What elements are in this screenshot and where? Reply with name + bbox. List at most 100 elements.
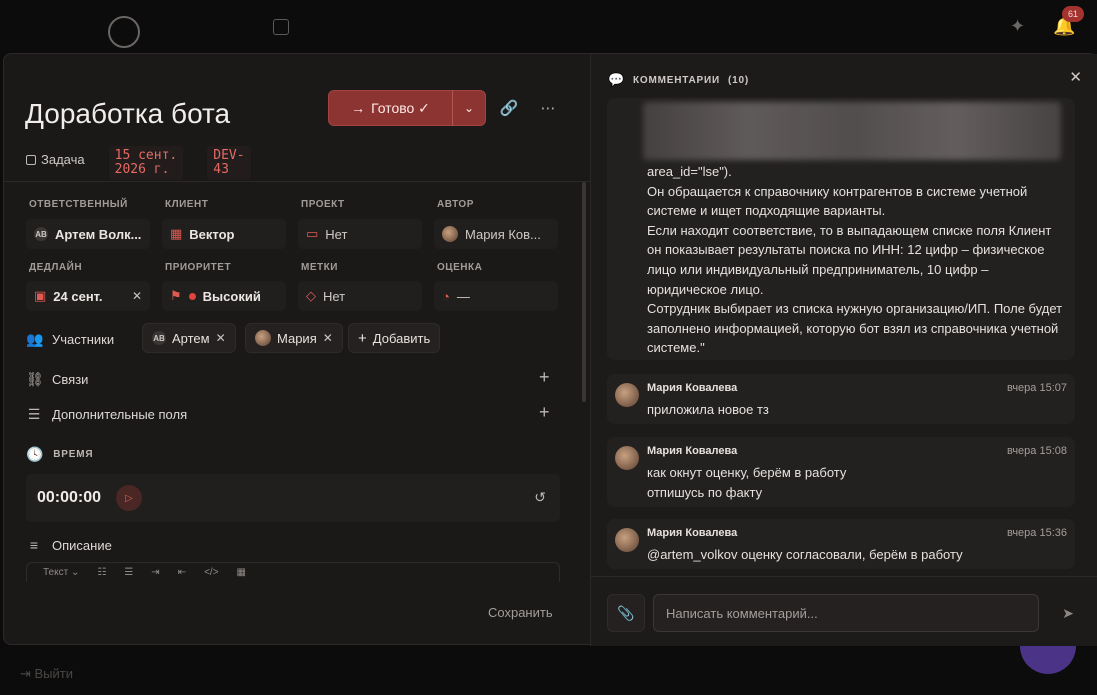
app-logo[interactable]	[108, 16, 140, 48]
participant-chip-artem[interactable]: AB Артем ✕	[142, 323, 236, 353]
sparkle-icon[interactable]: ✦	[1010, 16, 1025, 37]
text-style-dropdown[interactable]: Текст ⌄	[43, 567, 79, 578]
links-label: Связи	[52, 372, 89, 387]
deadline-label: ДЕДЛАЙН	[29, 262, 83, 273]
clear-deadline-icon[interactable]: ✕	[132, 289, 142, 303]
status-button-group: → Готово ✓ ⌄	[328, 90, 486, 126]
created-date: 15 сент. 2026 г.	[108, 146, 184, 180]
comment-line: отпишусь по факту	[647, 485, 763, 500]
comment-long-text: area_id="lse"). Он обращается к справочн…	[647, 162, 1067, 358]
time-section-heading: 🕓 ВРЕМЯ	[26, 446, 93, 463]
client-value: Вектор	[189, 226, 235, 242]
comment-item: Мария Ковалева вчера 15:07 приложила нов…	[607, 374, 1075, 424]
task-modal: Доработка бота → Готово ✓ ⌄ 🔗 ⋯ Задача 1…	[3, 53, 1097, 646]
project-field[interactable]: ▭ Нет	[298, 219, 422, 249]
send-icon[interactable]: ➤	[1049, 594, 1087, 632]
remove-participant-icon[interactable]: ✕	[323, 331, 333, 345]
link-icon[interactable]: 🔗	[495, 94, 523, 122]
timer-value: 00:00:00	[37, 489, 102, 506]
author-value: Мария Ков...	[465, 226, 541, 242]
plus-icon: +	[358, 329, 367, 347]
comment-paragraph: Сотрудник выбирает из списка нужную орга…	[647, 301, 1063, 356]
comments-count: (10)	[727, 74, 749, 86]
created-date-line1: 15 сент.	[114, 148, 178, 163]
exit-label: Выйти	[34, 666, 74, 681]
comment-time: вчера 15:07	[1006, 382, 1067, 394]
history-icon[interactable]: ↺	[534, 489, 546, 506]
notifications-badge: 61	[1062, 6, 1084, 22]
task-meta: Задача 15 сент. 2026 г. DEV- 43	[26, 146, 251, 180]
task-type[interactable]: Задача	[26, 152, 85, 167]
priority-dot	[188, 292, 196, 300]
author-field[interactable]: Мария Ков...	[434, 219, 558, 249]
author-label: АВТОР	[437, 199, 474, 210]
description-label: Описание	[52, 537, 112, 553]
save-button[interactable]: Сохранить	[488, 605, 553, 620]
estimate-field[interactable]: ◔ —	[434, 281, 558, 311]
paperclip-icon[interactable]: 📎	[607, 594, 645, 632]
outdent-icon[interactable]: ⇤	[178, 567, 186, 578]
comments-panel: 💬 КОММЕНТАРИИ (10) ✕ area_id="lse"). Он …	[590, 54, 1097, 646]
comment-paragraph: Он обращается к справочнику контрагентов…	[647, 183, 1028, 219]
code-icon[interactable]: </>	[204, 567, 218, 578]
play-icon[interactable]: ▷	[116, 485, 142, 511]
list-icon: ☰	[27, 406, 41, 422]
links-row[interactable]: ⛓ Связи	[26, 371, 88, 388]
add-link-icon[interactable]: +	[539, 367, 550, 388]
text-style-label: Текст	[43, 567, 69, 578]
description-row: ≡ Описание	[26, 537, 112, 553]
comment-author: Мария Ковалева	[647, 527, 738, 539]
task-details-panel: Доработка бота → Готово ✓ ⌄ 🔗 ⋯ Задача 1…	[4, 54, 590, 646]
assignee-avatar: AB	[34, 227, 48, 241]
indent-icon[interactable]: ⇥	[151, 567, 159, 578]
comment-line: приложила новое тз	[647, 402, 769, 417]
estimate-value: —	[456, 288, 470, 304]
add-participant-label: Добавить	[372, 330, 431, 346]
close-icon[interactable]: ✕	[1069, 68, 1082, 86]
chevron-down-icon[interactable]: ⌄	[453, 101, 485, 115]
gauge-icon: ◔	[442, 288, 450, 304]
numbered-list-icon[interactable]: ☰	[124, 567, 133, 578]
task-title[interactable]: Доработка бота	[25, 98, 230, 130]
sidebar-toggle-icon[interactable]	[273, 19, 289, 35]
tags-label: МЕТКИ	[301, 262, 338, 273]
exit-link[interactable]: ⇥ Выйти	[20, 666, 73, 682]
comment-body: @artem_volkov оценку согласовали, берём …	[647, 545, 963, 565]
comment-author: Мария Ковалева	[647, 445, 738, 457]
assignee-field[interactable]: AB Артем Волк...	[26, 219, 150, 249]
extra-fields-row[interactable]: ☰ Дополнительные поля	[26, 406, 187, 423]
comments-heading: КОММЕНТАРИИ	[633, 74, 720, 86]
priority-label: ПРИОРИТЕТ	[165, 262, 232, 273]
tags-field[interactable]: ◇ Нет	[298, 281, 422, 311]
comment-time: вчера 15:36	[1006, 527, 1067, 539]
app-footer	[0, 645, 1097, 695]
description-editor-toolbar: Текст ⌄ ☷ ☰ ⇥ ⇤ </> ▦	[26, 562, 560, 582]
folder-icon: ▭	[306, 226, 319, 241]
more-icon[interactable]: ⋯	[534, 94, 562, 122]
comment-body: приложила новое тз	[647, 400, 769, 420]
participant-chip-maria[interactable]: Мария ✕	[245, 323, 343, 353]
add-participant-button[interactable]: + Добавить	[348, 323, 441, 353]
comment-author: Мария Ковалева	[647, 382, 738, 394]
table-icon[interactable]: ▦	[237, 567, 246, 578]
timer: 00:00:00 ▷ ↺	[26, 474, 560, 522]
remove-participant-icon[interactable]: ✕	[216, 331, 226, 345]
deadline-field[interactable]: ▣ 24 сент. ✕	[26, 281, 150, 311]
participant-name: Артем	[172, 330, 210, 346]
task-key-line1: DEV-	[213, 148, 245, 163]
comment-item: Мария Ковалева вчера 15:08 как окнут оце…	[607, 437, 1075, 507]
tags-value: Нет	[323, 288, 346, 304]
add-extra-field-icon[interactable]: +	[539, 402, 550, 423]
extra-fields-label: Дополнительные поля	[52, 407, 188, 422]
client-field[interactable]: ▦ Вектор	[162, 219, 286, 249]
details-scrollbar[interactable]	[582, 182, 586, 402]
flag-icon: ⚑	[170, 288, 182, 303]
deadline-value: 24 сент.	[53, 288, 103, 304]
comment-input[interactable]	[653, 594, 1039, 632]
task-key[interactable]: DEV- 43	[207, 146, 251, 180]
status-done-button[interactable]: → Готово ✓	[329, 91, 452, 125]
priority-field[interactable]: ⚑ Высокий	[162, 281, 286, 311]
bullet-list-icon[interactable]: ☷	[97, 567, 106, 578]
comment-body: как окнут оценку, берём в работу отпишус…	[647, 463, 846, 503]
project-label: ПРОЕКТ	[301, 199, 345, 210]
